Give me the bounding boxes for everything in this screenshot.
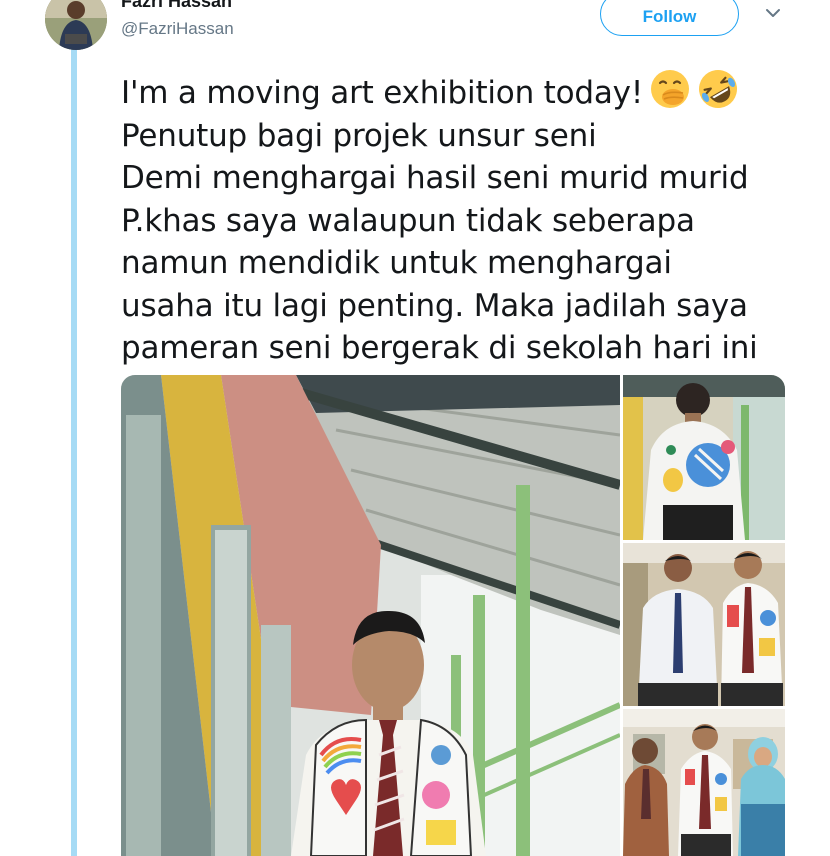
tweet-text-line: I'm a moving art exhibition today! [121, 68, 811, 115]
face-with-hand-over-mouth-icon [649, 68, 691, 110]
photo-back[interactable] [623, 375, 785, 540]
photo-main[interactable] [121, 375, 620, 856]
tweet-text-line-1: I'm a moving art exhibition today! [121, 75, 644, 111]
tweet-text: I'm a moving art exhibition today! Penut… [121, 68, 811, 370]
avatar[interactable] [45, 0, 107, 50]
tweet-text-line-3: Demi menghargai hasil seni murid murid [121, 160, 749, 196]
tweet-media-grid [121, 375, 785, 856]
author-handle[interactable]: @FazriHassan [121, 19, 234, 39]
avatar-image [45, 0, 107, 50]
author-display-name[interactable]: Fazri Hassan [121, 0, 232, 12]
chevron-down-icon[interactable] [764, 4, 782, 22]
tweet-text-line-4: P.khas saya walaupun tidak seberapa [121, 202, 695, 239]
tweet-text-line-5: namun mendidik untuk menghargai [121, 245, 672, 281]
photo-two-men[interactable] [623, 543, 785, 706]
tweet-text-line-2: Penutup bagi projek unsur seni [121, 117, 597, 154]
tweet-text-line-7: pameran seni bergerak di sekolah hari in… [121, 330, 758, 366]
thread-connector-line [71, 46, 77, 856]
tweet-text-line-6: usaha itu lagi penting. Maka jadilah say… [121, 287, 748, 324]
photo-group[interactable] [623, 709, 785, 856]
rolling-on-floor-laughing-icon [697, 68, 739, 110]
follow-button[interactable]: Follow [600, 0, 739, 36]
